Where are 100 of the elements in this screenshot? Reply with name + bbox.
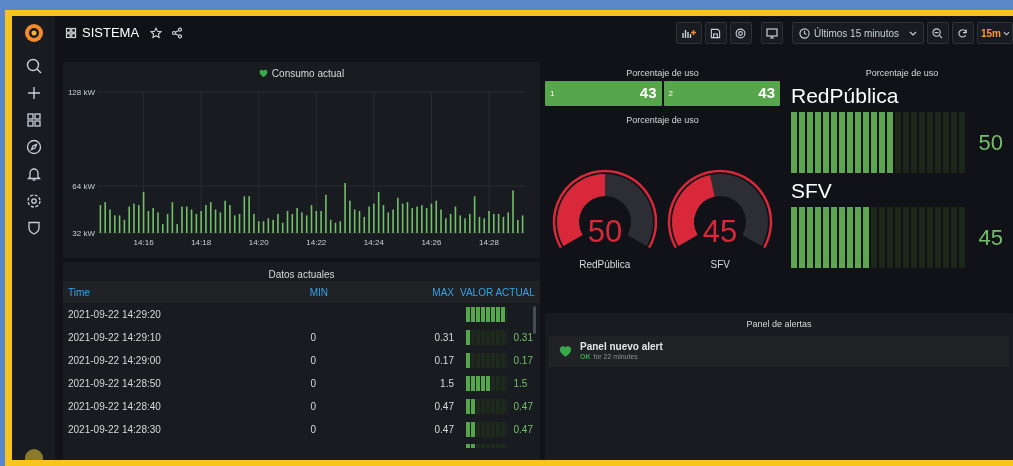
chart-bar	[214, 209, 217, 233]
x-axis-label: 14:22	[306, 238, 327, 247]
table-cell-text: 0	[309, 423, 317, 437]
chart-bar	[435, 200, 438, 233]
dashboards-icon[interactable]	[65, 27, 77, 39]
panel-title: Porcentaje de uso	[626, 68, 699, 78]
chart-bar	[185, 206, 188, 233]
bar-gauge-value: 45	[977, 224, 1004, 252]
avatar[interactable]	[24, 449, 43, 460]
bar-gauge-label: SFV	[791, 180, 833, 201]
chart-bar	[387, 212, 390, 233]
scrollbar[interactable]	[533, 306, 536, 334]
chevron-down-icon	[1003, 30, 1010, 36]
chart-bar	[502, 216, 505, 233]
table-cell-text: 1.5	[513, 377, 528, 391]
panel-title: Porcentaje de uso	[626, 115, 699, 125]
chart-bar	[377, 191, 380, 233]
chart-bar	[521, 215, 524, 233]
add-panel-button[interactable]	[675, 22, 702, 44]
chart-bar	[411, 208, 414, 233]
column-header[interactable]: MAX	[328, 284, 454, 300]
settings-icon[interactable]	[25, 193, 42, 209]
chart-bar	[118, 215, 121, 233]
chart-bar	[353, 209, 356, 233]
x-axis-label: 14:28	[479, 238, 500, 247]
chart-bar	[497, 213, 500, 233]
chart-bar	[195, 213, 198, 233]
chart-bar	[339, 221, 342, 233]
gauge-label: RedPública	[579, 258, 631, 272]
dashboard-title[interactable]: SISTEMA	[82, 23, 140, 43]
chart-title: Consumo actual	[271, 67, 345, 81]
chart-bar	[406, 202, 409, 233]
x-axis-label: 14:24	[363, 238, 384, 247]
zoom-out-icon	[932, 27, 944, 39]
zoom-out-button[interactable]	[927, 22, 949, 44]
chart-bar	[291, 213, 294, 233]
bell-icon[interactable]	[25, 166, 42, 182]
chart-bar	[209, 202, 212, 233]
shield-icon[interactable]	[25, 220, 42, 236]
monitor-icon	[765, 27, 778, 39]
y-axis-label: 32 kW	[72, 229, 95, 238]
x-axis-label: 14:20	[248, 238, 269, 247]
save-button[interactable]	[704, 22, 727, 44]
logo[interactable]	[22, 22, 45, 44]
gauge-label: SFV	[710, 258, 730, 272]
chart-bar	[310, 205, 313, 233]
chart-bar	[233, 215, 236, 233]
plus-icon[interactable]	[25, 85, 42, 101]
chevron-down-icon	[909, 30, 917, 36]
table-cell-text: 0.47	[513, 423, 533, 437]
chart-bar	[99, 205, 102, 233]
settings-button[interactable]	[729, 22, 752, 44]
table-cell-text: 2021-09-22 14:29:00	[68, 354, 162, 368]
time-range-text: Últimos 15 minutos	[813, 26, 899, 41]
table-cell-text: 0.31	[433, 331, 454, 345]
star-icon[interactable]	[150, 27, 163, 39]
table-cell-text: 2021-09-22 14:28:30	[68, 423, 162, 437]
table-cell-text: 0.47	[433, 423, 454, 437]
chart-bar	[190, 209, 193, 233]
table-cell-text: 2021-09-22 14:28:40	[68, 400, 162, 414]
bar-gauge-value: 50	[977, 129, 1004, 157]
table-cell-text: 0.47	[513, 400, 533, 414]
column-header[interactable]: VALOR ACTUAL	[454, 284, 540, 300]
chart-bar	[334, 222, 337, 233]
table-cell-text: 2021-09-22 14:28:50	[68, 377, 162, 391]
compass-icon[interactable]	[25, 139, 42, 155]
chart-bar	[363, 216, 366, 233]
table-cell-text: 0.31	[513, 331, 533, 345]
chart-bar	[161, 224, 164, 233]
column-header[interactable]: Time	[68, 284, 248, 300]
refresh-icon	[957, 27, 969, 39]
refresh-interval-picker[interactable]: 15m	[977, 22, 1013, 44]
chart-bar	[243, 196, 246, 233]
chart-bar	[449, 213, 452, 233]
tv-mode-button[interactable]	[760, 22, 783, 44]
heart-icon	[258, 69, 268, 78]
chart-bar	[305, 215, 308, 233]
stat-label: 2	[668, 87, 673, 100]
settings-icon	[735, 27, 747, 39]
chart-bar	[454, 206, 457, 233]
bar-gauge-label: RedPública	[791, 85, 900, 106]
search-icon[interactable]	[25, 58, 42, 74]
gauge-value: 45	[703, 214, 738, 249]
chart-bar	[430, 203, 433, 233]
table-cell-text: 0.47	[433, 400, 454, 414]
table-cell-text: 0	[309, 331, 317, 345]
refresh-button[interactable]	[952, 22, 974, 44]
chart-bar	[329, 219, 332, 233]
column-header[interactable]: MIN	[248, 284, 328, 300]
time-range-picker[interactable]: Últimos 15 minutos	[791, 22, 924, 44]
chart-bar	[382, 205, 385, 233]
stat-value: 43	[639, 83, 657, 104]
chart-bar	[315, 210, 318, 233]
chart-bar	[238, 213, 241, 233]
x-axis-label: 14:16	[133, 238, 154, 247]
table-cell-text: 0.17	[513, 354, 533, 368]
save-icon	[710, 27, 722, 39]
share-icon[interactable]	[171, 27, 184, 39]
chart-bar	[401, 203, 404, 233]
dashboards-icon[interactable]	[25, 112, 42, 128]
